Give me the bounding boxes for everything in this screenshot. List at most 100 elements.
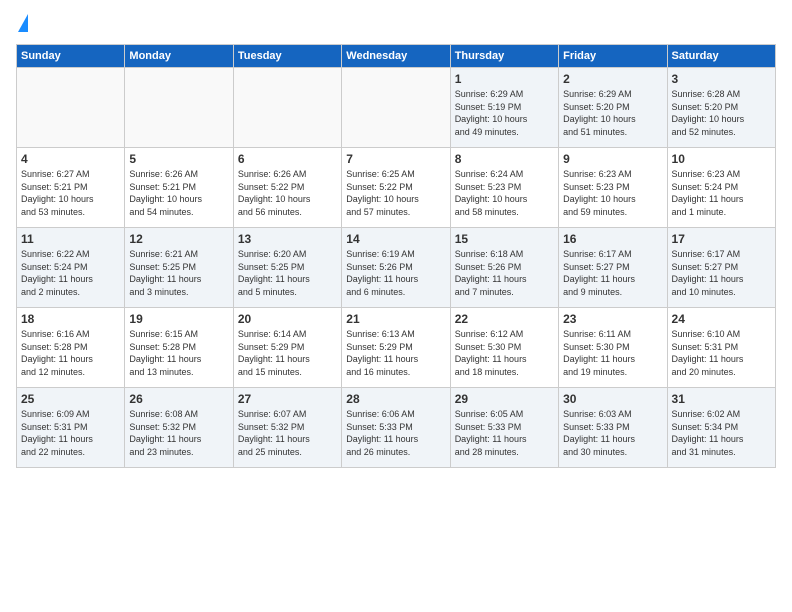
day-info: Sunrise: 6:17 AM Sunset: 5:27 PM Dayligh… (672, 248, 771, 298)
page-header (16, 16, 776, 32)
calendar-cell (125, 68, 233, 148)
calendar-cell: 17 Sunrise: 6:17 AM Sunset: 5:27 PM Dayli… (667, 228, 775, 308)
day-number: 31 (672, 392, 771, 406)
day-info: Sunrise: 6:10 AM Sunset: 5:31 PM Dayligh… (672, 328, 771, 378)
calendar-cell: 16 Sunrise: 6:17 AM Sunset: 5:27 PM Dayli… (559, 228, 667, 308)
day-info: Sunrise: 6:12 AM Sunset: 5:30 PM Dayligh… (455, 328, 554, 378)
day-number: 16 (563, 232, 662, 246)
calendar-cell: 7Sunrise: 6:25 AM Sunset: 5:22 PM Daylig… (342, 148, 450, 228)
day-info: Sunrise: 6:03 AM Sunset: 5:33 PM Dayligh… (563, 408, 662, 458)
day-info: Sunrise: 6:27 AM Sunset: 5:21 PM Dayligh… (21, 168, 120, 218)
day-number: 15 (455, 232, 554, 246)
day-info: Sunrise: 6:20 AM Sunset: 5:25 PM Dayligh… (238, 248, 337, 298)
day-info: Sunrise: 6:05 AM Sunset: 5:33 PM Dayligh… (455, 408, 554, 458)
calendar-cell: 4 Sunrise: 6:27 AM Sunset: 5:21 PM Daylig… (17, 148, 125, 228)
day-number: 4 (21, 152, 120, 166)
day-info: Sunrise: 6:06 AM Sunset: 5:33 PM Dayligh… (346, 408, 445, 458)
calendar-cell: 8Sunrise: 6:24 AM Sunset: 5:23 PM Daylig… (450, 148, 558, 228)
calendar-cell: 28 Sunrise: 6:06 AM Sunset: 5:33 PM Dayli… (342, 388, 450, 468)
calendar-cell: 5 Sunrise: 6:26 AM Sunset: 5:21 PM Daylig… (125, 148, 233, 228)
logo (16, 16, 28, 32)
calendar-week-1: 1 Sunrise: 6:29 AM Sunset: 5:19 PM Daylig… (17, 68, 776, 148)
day-number: 10 (672, 152, 771, 166)
calendar-cell: 30 Sunrise: 6:03 AM Sunset: 5:33 PM Dayli… (559, 388, 667, 468)
calendar-cell: 19Sunrise: 6:15 AM Sunset: 5:28 PM Dayli… (125, 308, 233, 388)
calendar-cell (342, 68, 450, 148)
day-number: 9 (563, 152, 662, 166)
day-info: Sunrise: 6:22 AM Sunset: 5:24 PM Dayligh… (21, 248, 120, 298)
day-number: 17 (672, 232, 771, 246)
day-number: 7 (346, 152, 445, 166)
col-header-friday: Friday (559, 45, 667, 68)
day-number: 25 (21, 392, 120, 406)
calendar-cell: 22 Sunrise: 6:12 AM Sunset: 5:30 PM Dayli… (450, 308, 558, 388)
day-number: 30 (563, 392, 662, 406)
calendar-cell: 18 Sunrise: 6:16 AM Sunset: 5:28 PM Dayli… (17, 308, 125, 388)
day-number: 6 (238, 152, 337, 166)
calendar-cell: 27Sunrise: 6:07 AM Sunset: 5:32 PM Dayli… (233, 388, 341, 468)
calendar-cell (17, 68, 125, 148)
day-info: Sunrise: 6:15 AM Sunset: 5:28 PM Dayligh… (129, 328, 228, 378)
calendar-cell: 6 Sunrise: 6:26 AM Sunset: 5:22 PM Daylig… (233, 148, 341, 228)
calendar-cell: 21Sunrise: 6:13 AM Sunset: 5:29 PM Dayli… (342, 308, 450, 388)
calendar-cell: 24 Sunrise: 6:10 AM Sunset: 5:31 PM Dayli… (667, 308, 775, 388)
logo-triangle-icon (18, 14, 28, 32)
day-number: 12 (129, 232, 228, 246)
day-number: 23 (563, 312, 662, 326)
day-number: 8 (455, 152, 554, 166)
col-header-tuesday: Tuesday (233, 45, 341, 68)
day-info: Sunrise: 6:11 AM Sunset: 5:30 PM Dayligh… (563, 328, 662, 378)
day-info: Sunrise: 6:02 AM Sunset: 5:34 PM Dayligh… (672, 408, 771, 458)
calendar-table: SundayMondayTuesdayWednesdayThursdayFrid… (16, 44, 776, 468)
day-info: Sunrise: 6:28 AM Sunset: 5:20 PM Dayligh… (672, 88, 771, 138)
col-header-thursday: Thursday (450, 45, 558, 68)
col-header-sunday: Sunday (17, 45, 125, 68)
day-info: Sunrise: 6:09 AM Sunset: 5:31 PM Dayligh… (21, 408, 120, 458)
day-number: 18 (21, 312, 120, 326)
day-number: 27 (238, 392, 337, 406)
calendar-cell: 26 Sunrise: 6:08 AM Sunset: 5:32 PM Dayli… (125, 388, 233, 468)
day-number: 29 (455, 392, 554, 406)
day-number: 22 (455, 312, 554, 326)
day-number: 14 (346, 232, 445, 246)
day-number: 28 (346, 392, 445, 406)
day-number: 1 (455, 72, 554, 86)
calendar-cell: 14 Sunrise: 6:19 AM Sunset: 5:26 PM Dayli… (342, 228, 450, 308)
day-info: Sunrise: 6:08 AM Sunset: 5:32 PM Dayligh… (129, 408, 228, 458)
calendar-cell (233, 68, 341, 148)
calendar-week-2: 4 Sunrise: 6:27 AM Sunset: 5:21 PM Daylig… (17, 148, 776, 228)
calendar-cell: 31 Sunrise: 6:02 AM Sunset: 5:34 PM Dayli… (667, 388, 775, 468)
day-number: 3 (672, 72, 771, 86)
day-number: 11 (21, 232, 120, 246)
day-info: Sunrise: 6:17 AM Sunset: 5:27 PM Dayligh… (563, 248, 662, 298)
day-number: 2 (563, 72, 662, 86)
day-number: 26 (129, 392, 228, 406)
day-info: Sunrise: 6:13 AM Sunset: 5:29 PM Dayligh… (346, 328, 445, 378)
day-number: 5 (129, 152, 228, 166)
calendar-cell: 29 Sunrise: 6:05 AM Sunset: 5:33 PM Dayli… (450, 388, 558, 468)
calendar-week-5: 25 Sunrise: 6:09 AM Sunset: 5:31 PM Dayli… (17, 388, 776, 468)
day-info: Sunrise: 6:26 AM Sunset: 5:21 PM Dayligh… (129, 168, 228, 218)
day-info: Sunrise: 6:29 AM Sunset: 5:19 PM Dayligh… (455, 88, 554, 138)
day-info: Sunrise: 6:21 AM Sunset: 5:25 PM Dayligh… (129, 248, 228, 298)
calendar-cell: 15 Sunrise: 6:18 AM Sunset: 5:26 PM Dayli… (450, 228, 558, 308)
day-info: Sunrise: 6:16 AM Sunset: 5:28 PM Dayligh… (21, 328, 120, 378)
day-info: Sunrise: 6:23 AM Sunset: 5:24 PM Dayligh… (672, 168, 771, 218)
day-number: 13 (238, 232, 337, 246)
header-row: SundayMondayTuesdayWednesdayThursdayFrid… (17, 45, 776, 68)
day-info: Sunrise: 6:18 AM Sunset: 5:26 PM Dayligh… (455, 248, 554, 298)
col-header-saturday: Saturday (667, 45, 775, 68)
day-number: 20 (238, 312, 337, 326)
calendar-cell: 12 Sunrise: 6:21 AM Sunset: 5:25 PM Dayli… (125, 228, 233, 308)
calendar-cell: 25 Sunrise: 6:09 AM Sunset: 5:31 PM Dayli… (17, 388, 125, 468)
day-info: Sunrise: 6:19 AM Sunset: 5:26 PM Dayligh… (346, 248, 445, 298)
calendar-cell: 20 Sunrise: 6:14 AM Sunset: 5:29 PM Dayli… (233, 308, 341, 388)
col-header-monday: Monday (125, 45, 233, 68)
day-info: Sunrise: 6:26 AM Sunset: 5:22 PM Dayligh… (238, 168, 337, 218)
calendar-week-3: 11 Sunrise: 6:22 AM Sunset: 5:24 PM Dayli… (17, 228, 776, 308)
calendar-week-4: 18 Sunrise: 6:16 AM Sunset: 5:28 PM Dayli… (17, 308, 776, 388)
calendar-cell: 9Sunrise: 6:23 AM Sunset: 5:23 PM Daylig… (559, 148, 667, 228)
calendar-cell: 23 Sunrise: 6:11 AM Sunset: 5:30 PM Dayli… (559, 308, 667, 388)
day-info: Sunrise: 6:14 AM Sunset: 5:29 PM Dayligh… (238, 328, 337, 378)
day-number: 24 (672, 312, 771, 326)
